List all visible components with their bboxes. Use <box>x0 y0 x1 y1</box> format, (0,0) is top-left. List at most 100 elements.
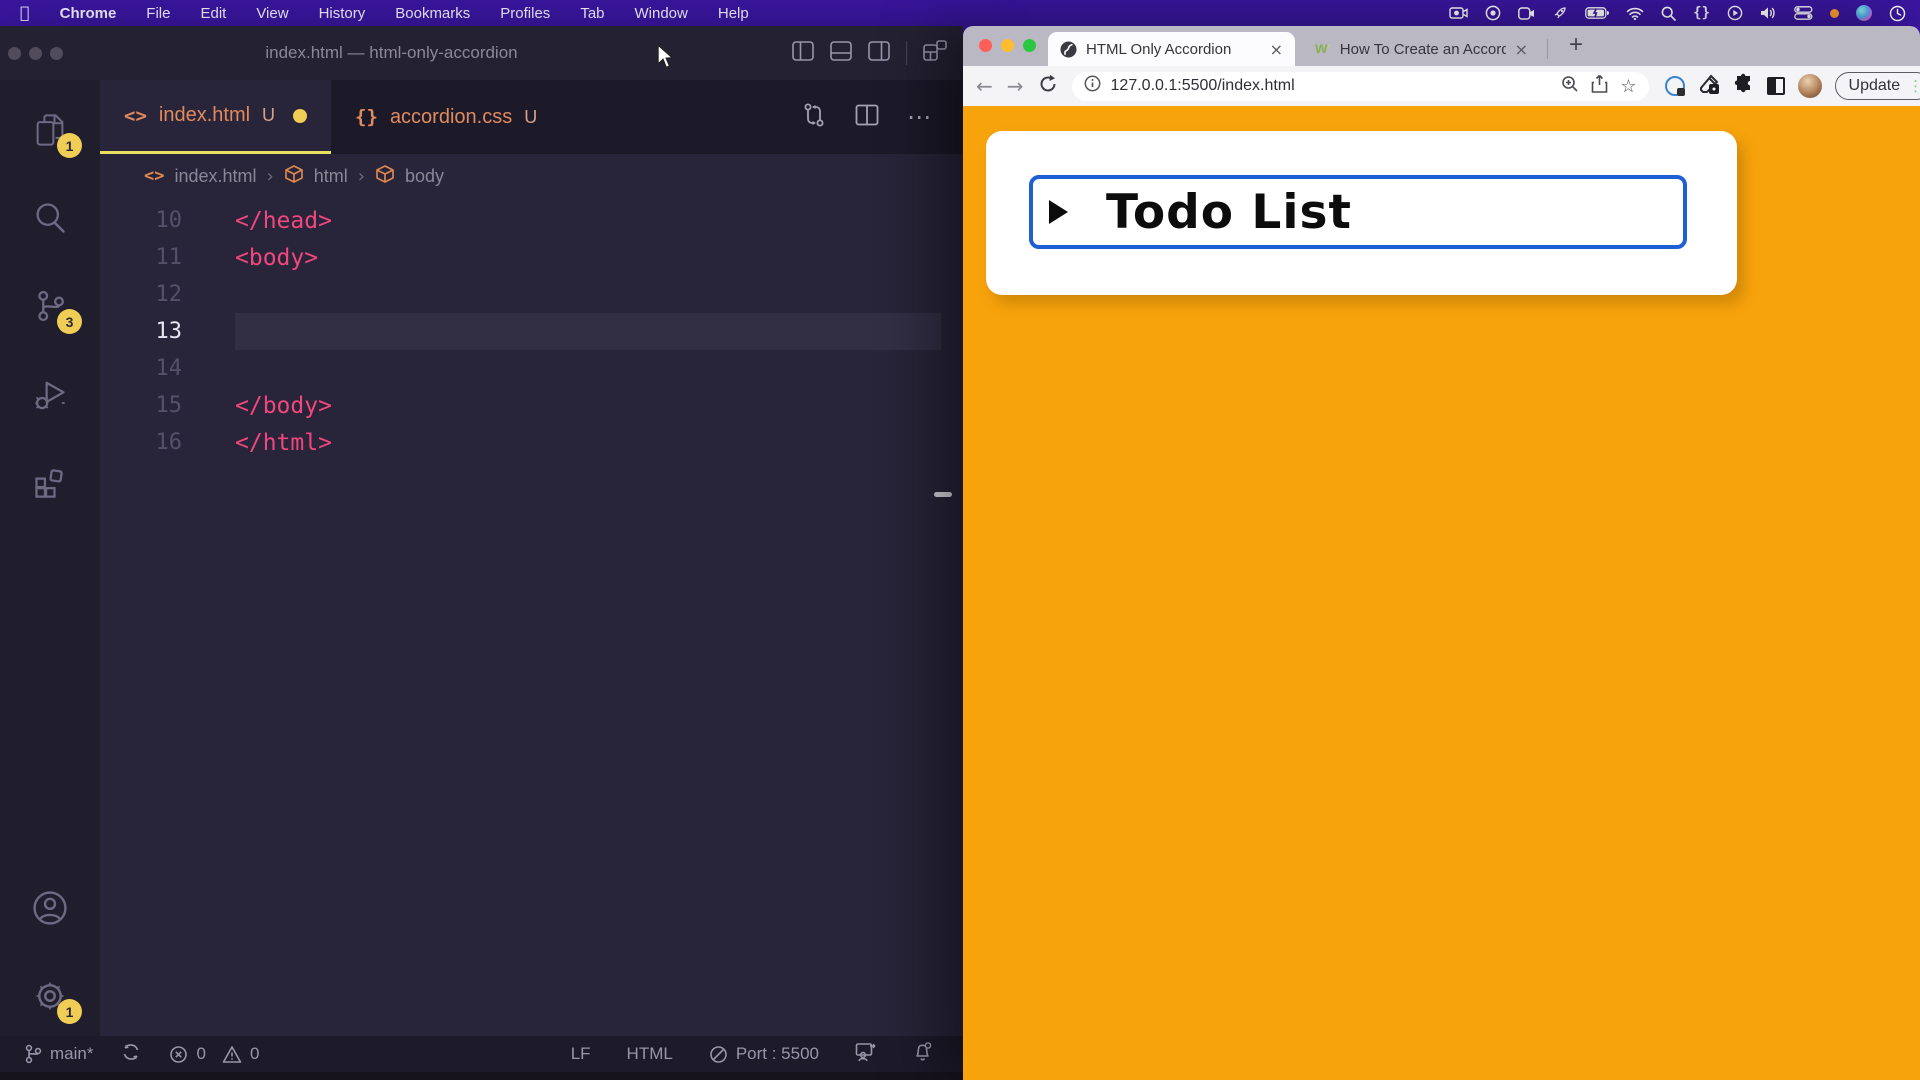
tab-label: accordion.css <box>390 106 512 129</box>
address-bar[interactable]: 127.0.0.1:5500/index.html ☆ <box>1072 72 1649 101</box>
close-window-button[interactable] <box>979 39 992 52</box>
explorer-icon[interactable]: 1 <box>26 106 74 154</box>
tab-accordion-css[interactable]: {} accordion.css U <box>331 80 561 154</box>
menu-edit[interactable]: Edit <box>200 5 226 22</box>
close-tab-icon[interactable]: × <box>1270 40 1283 59</box>
control-center-icon[interactable] <box>1794 6 1813 20</box>
code-line[interactable]: 10</head> <box>100 202 963 239</box>
clock-icon[interactable] <box>1889 5 1906 22</box>
search-sidebar-icon[interactable] <box>26 194 74 242</box>
record-icon[interactable] <box>1485 5 1501 21</box>
forward-icon[interactable]: → <box>1007 74 1024 98</box>
unsaved-dot-icon[interactable] <box>293 109 307 123</box>
menu-file[interactable]: File <box>146 5 170 22</box>
menu-tab[interactable]: Tab <box>580 5 604 22</box>
update-chrome-button[interactable]: Update ⋮ <box>1835 72 1920 100</box>
breadcrumb-body[interactable]: body <box>405 166 444 187</box>
open-changes-icon[interactable] <box>801 102 827 133</box>
reading-mode-icon[interactable] <box>1767 77 1785 95</box>
page-favicon-icon <box>1060 41 1077 58</box>
run-debug-icon[interactable] <box>26 370 74 418</box>
video-camera-icon[interactable] <box>1518 7 1535 20</box>
line-number: 10 <box>100 208 182 233</box>
rocket-icon[interactable] <box>1552 5 1568 21</box>
extensions-icon[interactable] <box>26 458 74 506</box>
privacy-badge-icon[interactable] <box>1665 76 1685 96</box>
apple-menu-icon[interactable]:  <box>20 5 30 21</box>
extensions-puzzle-icon[interactable] <box>1733 73 1754 99</box>
code-line-active[interactable]: 13 <box>100 313 963 350</box>
new-tab-button[interactable]: + <box>1559 28 1593 62</box>
menu-help[interactable]: Help <box>718 5 749 22</box>
scrollbar-handle[interactable] <box>934 492 952 497</box>
chrome-tab-wikihow[interactable]: w’ How To Create an Accordion × <box>1303 32 1540 66</box>
menu-bookmarks[interactable]: Bookmarks <box>395 5 470 22</box>
breadcrumb-file[interactable]: index.html <box>174 166 256 187</box>
source-control-badge: 3 <box>57 309 82 334</box>
html-file-icon: <> <box>124 105 147 127</box>
more-actions-icon[interactable]: ⋯ <box>907 103 933 131</box>
reload-icon[interactable] <box>1038 74 1058 99</box>
menu-app-chrome[interactable]: Chrome <box>60 5 117 22</box>
problems-indicator[interactable]: 0 0 <box>169 1044 259 1064</box>
code-line[interactable]: 14 <box>100 350 963 387</box>
toggle-secondary-sidebar-icon[interactable] <box>868 41 890 66</box>
code-editor[interactable]: 10</head> 11<body> 12 13 14 15</body> 16… <box>100 198 963 1038</box>
share-icon[interactable] <box>1591 74 1608 98</box>
source-control-icon[interactable]: 3 <box>26 282 74 330</box>
notifications-bell-icon[interactable] <box>913 1041 933 1067</box>
chrome-toolbar: ← → 127.0.0.1:5500/index.html ☆ Upd <box>963 66 1920 106</box>
site-info-icon[interactable] <box>1084 75 1101 97</box>
chrome-tab-html-only-accordion[interactable]: HTML Only Accordion × <box>1048 32 1295 66</box>
desktop:  Chrome File Edit View History Bookmark… <box>0 0 1920 1080</box>
customize-layout-icon[interactable] <box>923 40 947 67</box>
battery-icon[interactable] <box>1585 7 1609 19</box>
close-tab-icon[interactable]: × <box>1515 40 1528 59</box>
menu-history[interactable]: History <box>319 5 366 22</box>
disclosure-triangle-icon[interactable] <box>1049 200 1068 224</box>
split-editor-icon[interactable] <box>855 103 879 132</box>
screen-capture-icon[interactable] <box>1449 6 1468 20</box>
line-number: 12 <box>100 282 182 307</box>
code-line[interactable]: 15</body> <box>100 387 963 424</box>
line-number: 13 <box>100 319 182 344</box>
settings-gear-icon[interactable]: 1 <box>26 972 74 1020</box>
eyedropper-extension-icon[interactable] <box>1698 73 1720 100</box>
siri-icon[interactable] <box>1856 5 1872 21</box>
language-mode[interactable]: HTML <box>627 1044 673 1064</box>
breadcrumb: <> index.html › html › body <box>100 154 963 198</box>
accordion-summary[interactable]: Todo List <box>1029 175 1687 249</box>
profile-avatar[interactable] <box>1798 74 1822 98</box>
sync-icon[interactable] <box>121 1042 141 1067</box>
maximize-window-button[interactable] <box>1023 39 1036 52</box>
back-icon[interactable]: ← <box>976 74 993 98</box>
url-text[interactable]: 127.0.0.1:5500/index.html <box>1111 77 1552 95</box>
menu-view[interactable]: View <box>256 5 288 22</box>
toggle-primary-sidebar-icon[interactable] <box>792 41 814 66</box>
code-line[interactable]: 12 <box>100 276 963 313</box>
line-number: 16 <box>100 430 182 455</box>
accounts-icon[interactable] <box>26 884 74 932</box>
toggle-panel-icon[interactable] <box>830 41 852 66</box>
git-branch-indicator[interactable]: main* <box>24 1044 93 1064</box>
vscode-title-bar[interactable]: index.html — html-only-accordion <box>0 26 963 80</box>
breadcrumb-html[interactable]: html <box>314 166 348 187</box>
code-line[interactable]: 11<body> <box>100 239 963 276</box>
play-icon[interactable] <box>1727 5 1743 21</box>
live-server-port[interactable]: Port : 5500 <box>709 1044 819 1064</box>
eol-indicator[interactable]: LF <box>571 1044 591 1064</box>
volume-icon[interactable] <box>1760 6 1777 20</box>
minimize-window-button[interactable] <box>1001 39 1014 52</box>
line-number: 11 <box>100 245 182 270</box>
live-share-icon[interactable] <box>855 1042 877 1067</box>
zoom-icon[interactable] <box>1561 75 1579 98</box>
tab-index-html[interactable]: <> index.html U <box>100 80 331 154</box>
braces-icon[interactable]: {} <box>1693 5 1710 21</box>
bookmark-star-icon[interactable]: ☆ <box>1620 76 1636 97</box>
update-menu-icon[interactable]: ⋮ <box>1908 77 1920 95</box>
code-line[interactable]: 16</html> <box>100 424 963 461</box>
search-icon[interactable] <box>1661 6 1676 21</box>
wifi-icon[interactable] <box>1626 7 1644 20</box>
menu-profiles[interactable]: Profiles <box>500 5 550 22</box>
menu-window[interactable]: Window <box>635 5 688 22</box>
